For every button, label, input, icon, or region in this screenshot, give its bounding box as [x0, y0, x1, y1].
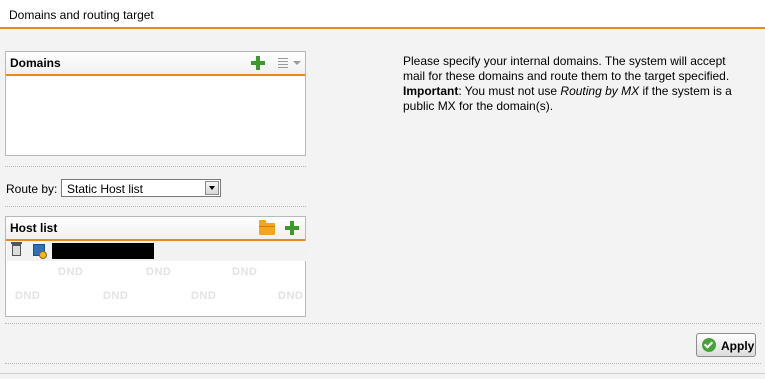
- dnd-watermark: DND: [146, 266, 172, 278]
- host-icon: [33, 244, 47, 259]
- divider: [5, 363, 761, 364]
- info-line: Please specify your internal domains. Th…: [403, 54, 730, 83]
- domains-box-header: Domains: [6, 52, 305, 76]
- apply-label: Apply: [721, 339, 755, 353]
- route-by-value: Static Host list: [67, 182, 144, 196]
- trash-icon[interactable]: [11, 242, 22, 256]
- important-text-1: : You must not use: [458, 84, 561, 98]
- domains-box: Domains: [5, 51, 306, 156]
- routing-by-mx-text: Routing by MX: [560, 84, 640, 98]
- folder-icon[interactable]: [259, 220, 275, 235]
- divider: [5, 206, 306, 207]
- dnd-watermark: DND: [191, 290, 217, 302]
- dnd-watermark: DND: [58, 266, 84, 278]
- add-domain-icon[interactable]: [251, 56, 265, 70]
- list-icon[interactable]: [278, 58, 292, 70]
- footer-line: [0, 373, 765, 374]
- route-by-select[interactable]: Static Host list: [61, 179, 221, 197]
- dnd-watermark: DND: [232, 266, 258, 278]
- select-dropdown-button[interactable]: [205, 181, 219, 195]
- page-title: Domains and routing target: [9, 8, 154, 22]
- dnd-watermark: DND: [278, 290, 304, 302]
- domains-box-title: Domains: [10, 56, 61, 70]
- add-host-icon[interactable]: [285, 221, 299, 235]
- important-label: Important: [403, 84, 459, 98]
- page-header: Domains and routing target: [0, 0, 765, 29]
- host-list-title: Host list: [10, 221, 58, 235]
- check-icon: [702, 338, 716, 352]
- info-text: Please specify your internal domains. Th…: [403, 54, 748, 114]
- domains-list[interactable]: [6, 76, 305, 155]
- route-by-label: Route by:: [6, 182, 58, 196]
- divider: [5, 166, 306, 167]
- dnd-watermark: DND: [15, 290, 41, 302]
- chevron-down-icon[interactable]: [293, 61, 301, 65]
- host-value-redacted[interactable]: [52, 243, 154, 259]
- list-item[interactable]: [7, 241, 306, 261]
- host-list-header: Host list: [6, 217, 305, 241]
- dnd-watermark: DND: [103, 290, 129, 302]
- apply-button[interactable]: Apply: [696, 333, 756, 357]
- divider: [5, 323, 761, 324]
- domains-routing-page: Domains and routing target Domains Route…: [0, 0, 765, 379]
- host-list-box: Host list DND DND DND DND DND DND DND: [5, 216, 306, 317]
